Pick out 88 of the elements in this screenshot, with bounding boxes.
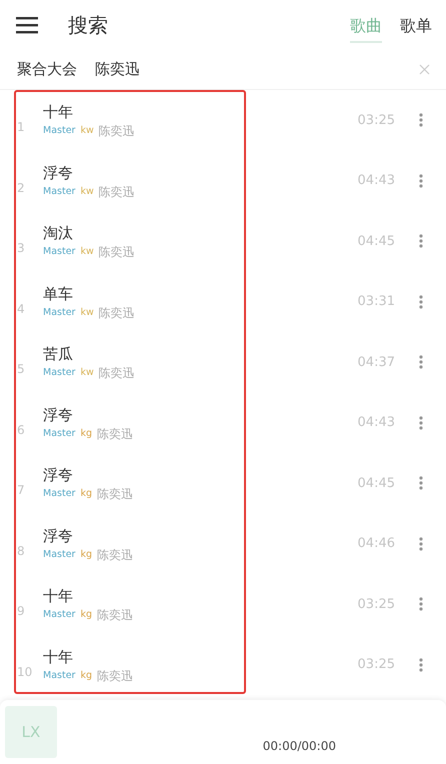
app-logo: LX [5, 706, 57, 758]
source-tag: kw [80, 245, 94, 260]
artist-name: 陈奕迅 [98, 306, 135, 320]
song-duration: 04:43 [358, 414, 395, 432]
quality-tag: Master [43, 124, 76, 138]
quality-tag: Master [43, 306, 76, 320]
artist-name: 陈奕迅 [98, 366, 135, 380]
track-number: 3 [16, 240, 26, 258]
song-title: 浮夸 [43, 162, 74, 183]
quality-tag: Master [43, 487, 76, 502]
source-tag: kg [80, 426, 92, 441]
song-title: 单车 [43, 284, 74, 304]
artist-name: 陈奕迅 [98, 184, 135, 199]
more-icon[interactable] [419, 536, 423, 551]
more-icon[interactable] [419, 658, 423, 672]
song-duration: 03:25 [358, 656, 395, 674]
track-number: 6 [16, 422, 26, 439]
track-number: 2 [16, 180, 26, 197]
song-title: 苦瓜 [43, 344, 74, 364]
quality-tag: Master [43, 366, 76, 380]
playback-time: 00:00/00:00 [262, 738, 336, 755]
more-icon[interactable] [419, 174, 423, 188]
song-row[interactable]: 7 浮夸 Master kg 陈奕迅 04:45 [0, 453, 446, 514]
quality-tag: Master [43, 668, 76, 683]
song-title: 浮夸 [43, 404, 74, 425]
search-field[interactable]: 陈奕迅 [95, 58, 375, 81]
song-title: 十年 [43, 102, 74, 122]
artist-name: 陈奕迅 [97, 668, 133, 683]
artist-name: 陈奕迅 [98, 124, 135, 138]
track-number: 1 [16, 119, 26, 136]
song-row[interactable]: 4 单车 Master kw 陈奕迅 03:31 [0, 272, 446, 332]
quality-tag: Master [43, 548, 76, 562]
track-number: 9 [16, 603, 26, 620]
artist-name: 陈奕迅 [97, 548, 133, 562]
source-tag: kw [80, 184, 94, 199]
song-row[interactable]: 5 苦瓜 Master kw 陈奕迅 04:37 [0, 332, 446, 392]
source-tag: kg [80, 548, 92, 562]
song-title: 浮夸 [43, 465, 74, 486]
more-icon[interactable] [419, 234, 423, 248]
song-duration: 04:45 [358, 474, 395, 492]
close-icon[interactable] [419, 64, 430, 75]
source-tag: kw [80, 124, 94, 138]
artist-name: 陈奕迅 [97, 426, 133, 441]
song-duration: 04:43 [358, 172, 395, 190]
song-row[interactable]: 2 浮夸 Master kw 陈奕迅 04:43 [0, 150, 446, 211]
more-icon[interactable] [419, 416, 423, 430]
source-selector[interactable]: 聚合大会 [17, 58, 77, 81]
track-number: 4 [16, 300, 26, 318]
song-duration: 04:45 [358, 232, 395, 250]
source-tag: kw [80, 366, 94, 380]
track-number: 7 [16, 482, 26, 500]
page-title: 搜索 [68, 12, 108, 39]
track-number: 10 [16, 664, 30, 681]
quality-tag: Master [43, 184, 76, 199]
song-title: 淘汰 [43, 223, 74, 244]
song-title: 浮夸 [43, 526, 74, 546]
artist-name: 陈奕迅 [98, 245, 135, 260]
song-row[interactable]: 9 十年 Master kg 陈奕迅 03:25 [0, 574, 446, 634]
quality-tag: Master [43, 245, 76, 260]
track-number: 5 [16, 361, 26, 378]
more-icon[interactable] [419, 113, 423, 128]
song-duration: 03:25 [358, 112, 395, 130]
quality-tag: Master [43, 426, 76, 441]
source-tag: kg [80, 487, 92, 502]
song-duration: 03:31 [358, 293, 395, 311]
source-tag: kw [80, 306, 94, 320]
artist-name: 陈奕迅 [97, 487, 133, 502]
song-row[interactable]: 8 浮夸 Master kg 陈奕迅 04:46 [0, 514, 446, 574]
source-tag: kg [80, 668, 92, 683]
song-row[interactable]: 3 淘汰 Master kw 陈奕迅 04:45 [0, 211, 446, 272]
more-icon[interactable] [419, 476, 423, 490]
song-title: 十年 [43, 586, 74, 606]
more-icon[interactable] [419, 597, 423, 612]
artist-name: 陈奕迅 [97, 608, 133, 622]
song-duration: 03:25 [358, 596, 395, 614]
menu-icon[interactable] [16, 16, 38, 34]
song-duration: 04:37 [358, 354, 395, 372]
more-icon[interactable] [419, 294, 423, 309]
tab[interactable]: 歌单 [400, 8, 432, 42]
song-title: 十年 [43, 646, 74, 667]
song-row[interactable]: 1 十年 Master kw 陈奕迅 03:25 [0, 90, 446, 150]
track-number: 8 [16, 542, 26, 560]
song-row[interactable]: 6 浮夸 Master kg 陈奕迅 04:43 [0, 392, 446, 453]
song-row[interactable]: 10 十年 Master kg 陈奕迅 03:25 [0, 634, 446, 695]
quality-tag: Master [43, 608, 76, 622]
more-icon[interactable] [419, 355, 423, 370]
song-duration: 04:46 [358, 535, 395, 553]
source-tag: kg [80, 608, 92, 622]
